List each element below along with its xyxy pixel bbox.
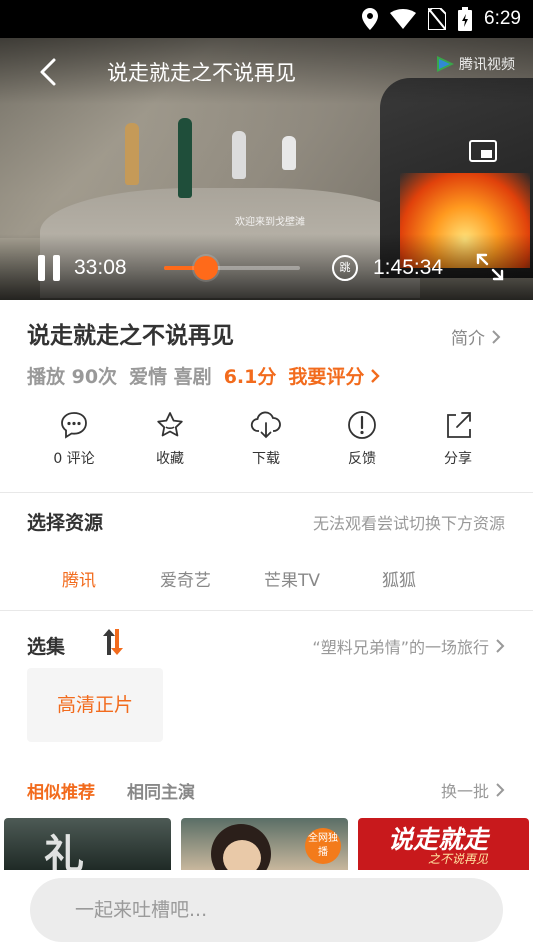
recommend-thumbnail[interactable]: 说走就走 之不说再见 bbox=[358, 818, 529, 870]
comment-button[interactable]: 0 评论 bbox=[34, 410, 114, 468]
movie-title: 说走就走之不说再见 bbox=[27, 323, 234, 349]
battery-icon bbox=[458, 7, 473, 31]
seek-bar[interactable] bbox=[164, 256, 300, 280]
comment-input[interactable] bbox=[30, 878, 503, 942]
sources-hint: 无法观看尝试切换下方资源 bbox=[313, 510, 505, 534]
back-arrow-icon[interactable] bbox=[34, 54, 64, 90]
play-count: 播放 90次 bbox=[27, 366, 118, 388]
chevron-right-icon bbox=[492, 329, 501, 344]
comment-icon bbox=[61, 412, 87, 439]
current-time: 33:08 bbox=[74, 256, 127, 279]
tab-similar[interactable]: 相似推荐 bbox=[27, 778, 95, 803]
share-button[interactable]: 分享 bbox=[418, 410, 498, 468]
genres: 爱情 喜剧 bbox=[129, 366, 212, 388]
no-sim-icon bbox=[428, 8, 447, 30]
chevron-right-icon bbox=[371, 368, 381, 383]
video-frame-person bbox=[125, 123, 139, 185]
status-bar: 6:29 bbox=[0, 0, 533, 38]
comment-label: 0 评论 bbox=[53, 451, 95, 467]
source-tab-iqiyi[interactable]: 爱奇艺 bbox=[160, 566, 211, 591]
sort-icon[interactable] bbox=[99, 627, 127, 657]
thumbnail-art bbox=[223, 840, 261, 870]
movie-meta: 播放 90次 爱情 喜剧 6.1分 我要评分 bbox=[27, 362, 381, 389]
divider bbox=[0, 492, 533, 493]
download-label: 下载 bbox=[252, 451, 280, 467]
download-button[interactable]: 下载 bbox=[226, 410, 306, 468]
source-tab-fox[interactable]: 狐狐 bbox=[382, 566, 416, 591]
episodes-title: 选集 bbox=[27, 636, 66, 658]
chevron-right-icon bbox=[496, 639, 505, 653]
intro-link[interactable]: 简介 bbox=[451, 324, 501, 349]
exclusive-badge: 全网独播 bbox=[305, 828, 341, 864]
source-tab-tencent[interactable]: 腾讯 bbox=[62, 566, 96, 591]
video-player[interactable]: 欢迎来到戈壁滩 说走就走之不说再见 腾讯视频 33:08 跳 1:45:34 bbox=[0, 38, 533, 300]
chevron-right-icon bbox=[496, 783, 505, 797]
episodes-hint-text: “塑料兄弟情”的一场旅行 bbox=[312, 638, 489, 657]
refresh-label: 换一批 bbox=[440, 782, 489, 801]
source-tab-mango[interactable]: 芒果TV bbox=[264, 566, 320, 591]
thumbnail-subtitle: 之不说再见 bbox=[428, 852, 489, 866]
action-bar: 0 评论 收藏 下载 反馈 分享 bbox=[0, 410, 533, 480]
divider bbox=[0, 610, 533, 611]
video-frame-person bbox=[232, 131, 246, 179]
favorite-label: 收藏 bbox=[156, 451, 184, 467]
episodes-hint[interactable]: “塑料兄弟情”的一场旅行 bbox=[312, 634, 505, 658]
cloud-download-icon bbox=[250, 411, 281, 439]
share-label: 分享 bbox=[444, 451, 472, 467]
total-time: 1:45:34 bbox=[373, 256, 444, 279]
episode-item[interactable]: 高清正片 bbox=[27, 668, 163, 742]
seek-bar-handle[interactable] bbox=[194, 256, 219, 280]
rate-label: 我要评分 bbox=[288, 366, 365, 388]
video-subtitle: 欢迎来到戈壁滩 bbox=[235, 217, 305, 228]
video-frame-person bbox=[178, 118, 192, 198]
feedback-label: 反馈 bbox=[348, 451, 376, 467]
picture-in-picture-icon[interactable] bbox=[468, 139, 498, 165]
intro-label: 简介 bbox=[451, 329, 485, 349]
recommend-thumbnail[interactable]: 礼 bbox=[4, 818, 171, 870]
location-icon bbox=[362, 8, 379, 30]
wifi-icon bbox=[390, 9, 417, 29]
sources-hint-text: 无法观看尝试切换下方资源 bbox=[312, 514, 505, 533]
rate-button[interactable]: 我要评分 bbox=[288, 362, 381, 389]
score: 6.1分 bbox=[223, 366, 277, 388]
video-frame-person bbox=[282, 136, 296, 170]
tab-same-cast[interactable]: 相同主演 bbox=[127, 778, 195, 803]
clock: 6:29 bbox=[484, 8, 521, 29]
fullscreen-icon[interactable] bbox=[474, 251, 506, 283]
feedback-button[interactable]: 反馈 bbox=[322, 410, 402, 468]
comment-bar bbox=[0, 870, 533, 949]
watermark: 腾讯视频 bbox=[435, 54, 515, 74]
player-title: 说走就走之不说再见 bbox=[107, 61, 296, 85]
pause-icon[interactable] bbox=[34, 253, 64, 283]
tencent-video-logo-icon bbox=[437, 56, 454, 72]
favorite-button[interactable]: 收藏 bbox=[130, 410, 210, 468]
watermark-text: 腾讯视频 bbox=[459, 57, 515, 73]
refresh-button[interactable]: 换一批 bbox=[441, 778, 505, 802]
star-icon bbox=[157, 412, 183, 437]
exclamation-circle-icon bbox=[348, 411, 376, 439]
recommend-thumbnail[interactable]: 全网独播 bbox=[181, 818, 348, 870]
share-icon bbox=[447, 412, 471, 438]
recommend-list: 礼 全网独播 说走就走 之不说再见 bbox=[0, 818, 533, 870]
thumbnail-art: 礼 bbox=[44, 832, 84, 870]
skip-intro-button[interactable]: 跳 bbox=[332, 255, 358, 281]
sources-title: 选择资源 bbox=[27, 512, 104, 534]
